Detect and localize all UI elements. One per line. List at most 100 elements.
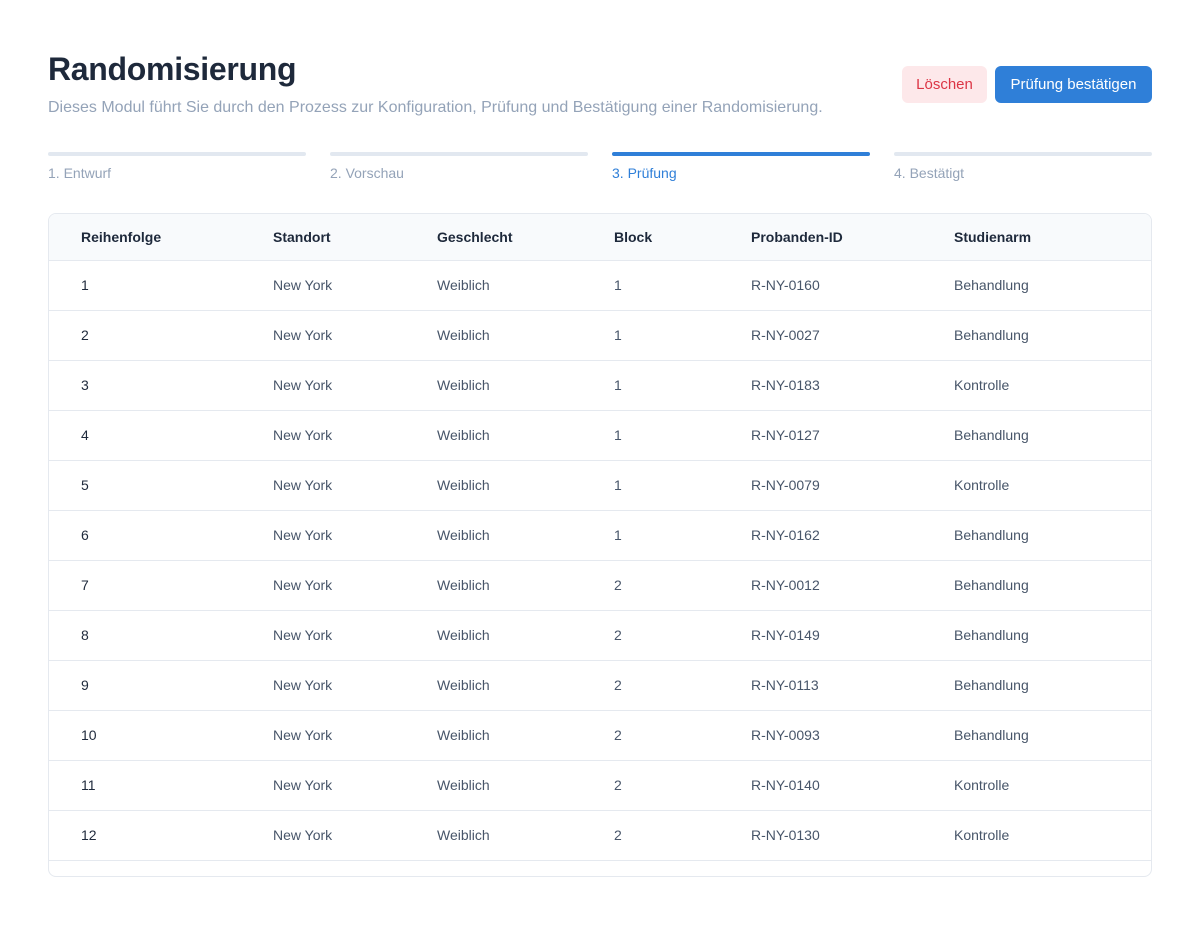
cell-arm: Behandlung: [954, 710, 1151, 761]
table-row[interactable]: 11 New York Weiblich 2 R-NY-0140 Kontrolle: [49, 760, 1151, 811]
cell-site: New York: [273, 810, 437, 861]
cell-site: New York: [273, 660, 437, 711]
cell-subject-id: R-NY-0027: [751, 310, 954, 361]
cell-block: 2: [614, 710, 751, 761]
step-label: 4. Bestätigt: [894, 165, 965, 181]
column-header-order: Reihenfolge: [49, 214, 273, 261]
cell-site: New York: [273, 510, 437, 561]
step-review[interactable]: 3. Prüfung: [612, 152, 870, 182]
page-header: Randomisierung Dieses Modul führt Sie du…: [48, 48, 1152, 128]
page-title: Randomisierung: [48, 51, 297, 87]
cell-order: 6: [49, 510, 273, 561]
cell-order: 7: [49, 560, 273, 611]
cell-sex: Weiblich: [437, 510, 614, 561]
cell-site: New York: [273, 760, 437, 811]
step-label: 1. Entwurf: [48, 165, 112, 181]
cell-site: New York: [273, 260, 437, 311]
cell-arm: Behandlung: [954, 610, 1151, 661]
step-bar: [612, 152, 870, 156]
cell-order: 11: [49, 760, 273, 811]
cell-sex: Weiblich: [437, 560, 614, 611]
step-confirmed[interactable]: 4. Bestätigt: [894, 152, 1152, 182]
cell-site: New York: [273, 560, 437, 611]
cell-arm: Behandlung: [954, 310, 1151, 361]
cell-block: 2: [614, 560, 751, 611]
cell-sex: Weiblich: [437, 460, 614, 511]
cell-block: 2: [614, 610, 751, 661]
cell-site: New York: [273, 610, 437, 661]
table-row[interactable]: 7 New York Weiblich 2 R-NY-0012 Behandlung: [49, 560, 1151, 611]
table-row[interactable]: 4 New York Weiblich 1 R-NY-0127 Behandlung: [49, 410, 1151, 461]
cell-block: 1: [614, 310, 751, 361]
cell-subject-id: R-NY-0127: [751, 410, 954, 461]
cell-subject-id: R-NY-0079: [751, 460, 954, 511]
cell-order: 12: [49, 810, 273, 861]
cell-site: New York: [273, 410, 437, 461]
cell-subject-id: R-NY-0183: [751, 360, 954, 411]
table-body: 1 New York Weiblich 1 R-NY-0160 Behandlung 2 Ne…: [49, 260, 1151, 861]
cell-block: 1: [614, 360, 751, 411]
cell-block: 1: [614, 410, 751, 461]
step-preview[interactable]: 2. Vorschau: [330, 152, 588, 182]
cell-subject-id: R-NY-0160: [751, 260, 954, 311]
table-row[interactable]: 2 New York Weiblich 1 R-NY-0027 Behandlung: [49, 310, 1151, 361]
cell-block: 1: [614, 460, 751, 511]
column-header-site: Standort: [273, 214, 437, 261]
column-header-sex: Geschlecht: [437, 214, 614, 261]
cell-order: 10: [49, 710, 273, 761]
delete-button[interactable]: Löschen: [902, 66, 987, 103]
cell-arm: Behandlung: [954, 410, 1151, 461]
randomization-table: Reihenfolge Standort Geschlecht Block Pr…: [48, 213, 1152, 877]
cell-block: 2: [614, 810, 751, 861]
cell-block: 2: [614, 660, 751, 711]
table-row[interactable]: 3 New York Weiblich 1 R-NY-0183 Kontrolle: [49, 360, 1151, 411]
table-row[interactable]: 6 New York Weiblich 1 R-NY-0162 Behandlung: [49, 510, 1151, 561]
table-row[interactable]: 12 New York Weiblich 2 R-NY-0130 Kontrolle: [49, 810, 1151, 861]
cell-subject-id: R-NY-0130: [751, 810, 954, 861]
cell-site: New York: [273, 310, 437, 361]
cell-subject-id: R-NY-0012: [751, 560, 954, 611]
step-bar: [48, 152, 306, 156]
cell-sex: Weiblich: [437, 710, 614, 761]
column-header-subject-id: Probanden-ID: [751, 214, 954, 261]
cell-order: 3: [49, 360, 273, 411]
page-subtitle: Dieses Modul führt Sie durch den Prozess…: [48, 99, 823, 116]
cell-sex: Weiblich: [437, 660, 614, 711]
table-row[interactable]: 9 New York Weiblich 2 R-NY-0113 Behandlung: [49, 660, 1151, 711]
cell-block: 1: [614, 510, 751, 561]
cell-arm: Behandlung: [954, 660, 1151, 711]
cell-arm: Behandlung: [954, 260, 1151, 311]
cell-order: 9: [49, 660, 273, 711]
cell-arm: Behandlung: [954, 510, 1151, 561]
cell-sex: Weiblich: [437, 360, 614, 411]
cell-subject-id: R-NY-0113: [751, 660, 954, 711]
step-draft[interactable]: 1. Entwurf: [48, 152, 306, 182]
cell-arm: Kontrolle: [954, 810, 1151, 861]
cell-subject-id: R-NY-0093: [751, 710, 954, 761]
cell-block: 1: [614, 260, 751, 311]
header-actions: Löschen Prüfung bestätigen: [902, 66, 1152, 103]
cell-block: 2: [614, 760, 751, 811]
cell-subject-id: R-NY-0149: [751, 610, 954, 661]
table-row[interactable]: 10 New York Weiblich 2 R-NY-0093 Behandlung: [49, 710, 1151, 761]
cell-sex: Weiblich: [437, 760, 614, 811]
table-row[interactable]: 5 New York Weiblich 1 R-NY-0079 Kontrolle: [49, 460, 1151, 511]
cell-arm: Kontrolle: [954, 360, 1151, 411]
cell-sex: Weiblich: [437, 810, 614, 861]
column-header-block: Block: [614, 214, 751, 261]
column-header-arm: Studienarm: [954, 214, 1151, 261]
step-bar: [330, 152, 588, 156]
confirm-review-button[interactable]: Prüfung bestätigen: [995, 66, 1152, 103]
table-row[interactable]: 8 New York Weiblich 2 R-NY-0149 Behandlung: [49, 610, 1151, 661]
cell-site: New York: [273, 360, 437, 411]
cell-site: New York: [273, 460, 437, 511]
cell-arm: Kontrolle: [954, 460, 1151, 511]
cell-arm: Behandlung: [954, 560, 1151, 611]
progress-stepper: 1. Entwurf 2. Vorschau 3. Prüfung 4. Bes…: [48, 152, 1152, 182]
step-label: 3. Prüfung: [612, 165, 677, 181]
cell-sex: Weiblich: [437, 260, 614, 311]
cell-subject-id: R-NY-0162: [751, 510, 954, 561]
step-bar: [894, 152, 1152, 156]
data-table: Reihenfolge Standort Geschlecht Block Pr…: [49, 214, 1151, 861]
table-row[interactable]: 1 New York Weiblich 1 R-NY-0160 Behandlung: [49, 260, 1151, 311]
